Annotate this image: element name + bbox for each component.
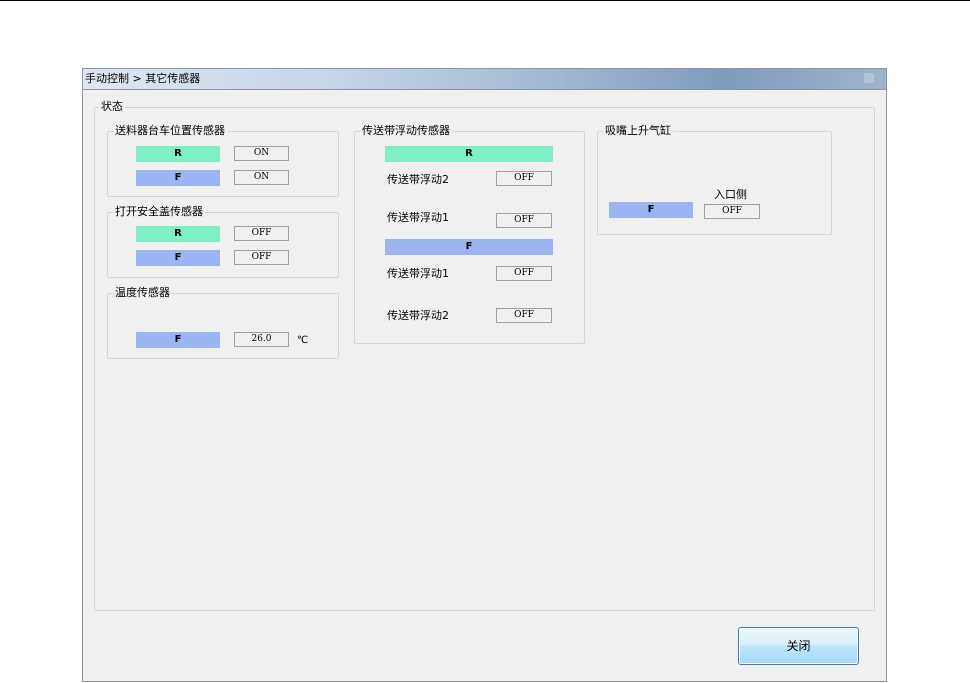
safety-f-value: OFF bbox=[234, 250, 289, 265]
conveyor-float-group-label: 传送带浮动传感器 bbox=[360, 124, 452, 137]
nozzle-f-indicator: F bbox=[609, 202, 693, 218]
title-bar[interactable]: 手动控制 > 其它传感器 bbox=[83, 69, 886, 90]
sensor-window: 手动控制 > 其它传感器 状态 送料器台车位置传感器 R ON F ON 打开安… bbox=[82, 68, 887, 682]
nozzle-inlet-side-label: 入口侧 bbox=[714, 188, 747, 201]
feeder-r-value: ON bbox=[234, 146, 289, 161]
conveyor-f-header: F bbox=[385, 239, 553, 255]
feeder-f-indicator: F bbox=[136, 170, 220, 186]
feeder-sensor-group-label: 送料器台车位置传感器 bbox=[113, 124, 227, 137]
conveyor-r-row2-label: 传送带浮动1 bbox=[387, 211, 449, 224]
conveyor-f-row2-label: 传送带浮动2 bbox=[387, 309, 449, 322]
temperature-group-label: 温度传感器 bbox=[113, 286, 172, 299]
conveyor-f-row2-value: OFF bbox=[496, 308, 552, 323]
temperature-group bbox=[107, 293, 339, 359]
feeder-f-value: ON bbox=[234, 170, 289, 185]
temperature-f-indicator: F bbox=[136, 332, 220, 348]
safety-cover-group-label: 打开安全盖传感器 bbox=[113, 205, 205, 218]
nozzle-cylinder-group bbox=[597, 131, 832, 235]
conveyor-f-row1-value: OFF bbox=[496, 266, 552, 281]
safety-f-indicator: F bbox=[136, 250, 220, 266]
safety-r-indicator: R bbox=[136, 226, 220, 242]
safety-r-value: OFF bbox=[234, 226, 289, 241]
conveyor-r-row1-label: 传送带浮动2 bbox=[387, 173, 449, 186]
temperature-value: 26.0 bbox=[234, 332, 289, 347]
close-button[interactable]: 关闭 bbox=[738, 627, 859, 665]
conveyor-f-row1-label: 传送带浮动1 bbox=[387, 267, 449, 280]
nozzle-f-value: OFF bbox=[704, 204, 760, 219]
safety-cover-group bbox=[107, 212, 339, 278]
nozzle-cylinder-group-label: 吸嘴上升气缸 bbox=[603, 124, 673, 137]
window-title: 手动控制 > 其它传感器 bbox=[85, 72, 201, 85]
feeder-r-indicator: R bbox=[136, 146, 220, 162]
conveyor-r-row2-value: OFF bbox=[496, 213, 552, 228]
title-bar-button-icon[interactable] bbox=[864, 73, 874, 83]
temperature-unit: ℃ bbox=[297, 335, 309, 346]
conveyor-r-header: R bbox=[385, 146, 553, 162]
feeder-sensor-group bbox=[107, 131, 339, 197]
status-group-label: 状态 bbox=[99, 100, 125, 113]
top-border-line bbox=[0, 0, 970, 1]
conveyor-r-row1-value: OFF bbox=[496, 171, 552, 186]
